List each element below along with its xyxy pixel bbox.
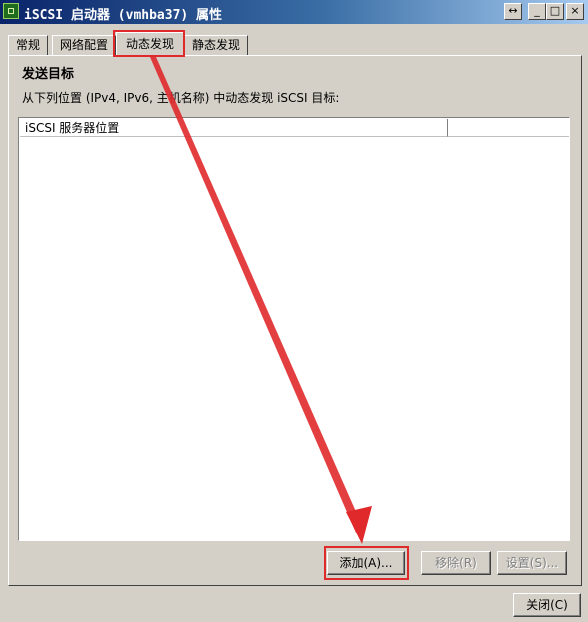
arrow-head — [346, 506, 372, 544]
arrow-shaft — [150, 57, 364, 533]
annotation-arrow — [150, 57, 372, 544]
